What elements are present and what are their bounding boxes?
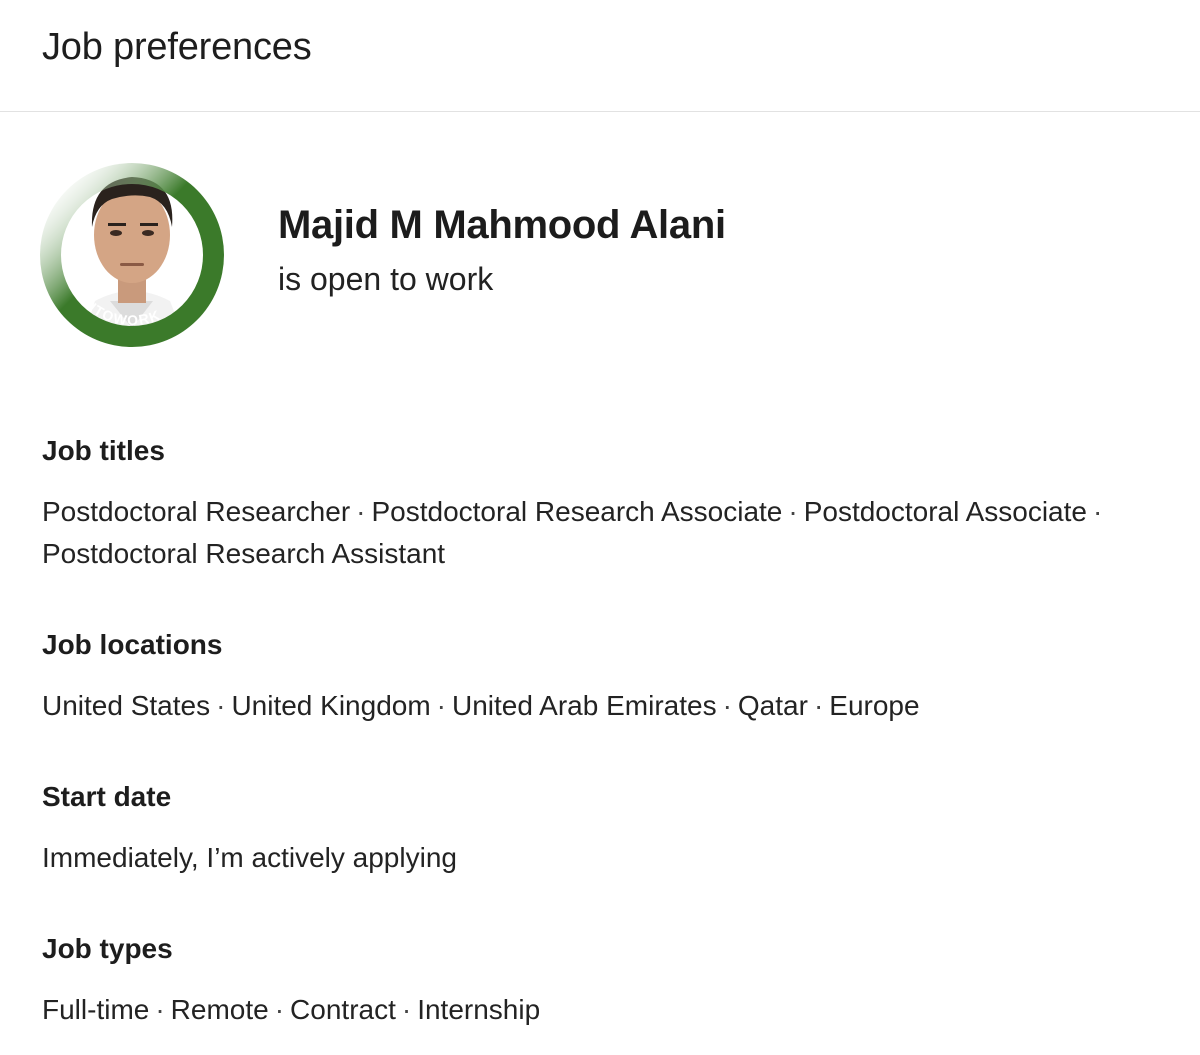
section-job-locations: Job locations United States · United Kingd… [42,627,1172,727]
job-location-item: United Arab Emirates [452,690,717,721]
job-type-item: Contract [290,994,396,1025]
section-job-titles: Job titles Postdoctoral Researcher · Postd… [42,433,1172,575]
job-title-item: Postdoctoral Associate [803,496,1087,527]
job-type-item: Full-time [42,994,150,1025]
avatar-opentowork-image: #OPENTOWORK [40,163,224,347]
job-titles-list: Postdoctoral Researcher · Postdoctoral Res… [42,496,1103,569]
profile-summary: #OPENTOWORK Majid M Mahmood Alani is ope… [40,163,1140,353]
job-location-item: United States [42,690,211,721]
section-title-job-locations: Job locations [42,629,223,660]
section-title-job-titles: Job titles [42,435,165,466]
job-location-item: Qatar [737,690,808,721]
section-title-job-types: Job types [42,933,173,964]
job-locations-list: United States · United Kingdom · United Arab… [42,690,920,721]
job-title-item: Postdoctoral Research Associate [371,496,783,527]
job-type-item: Remote [170,994,269,1025]
job-type-item: Internship [417,994,541,1025]
job-title-item: Postdoctoral Research Assistant [42,538,446,569]
section-job-types: Job types Full-time · Remote · Contract · Inte… [42,931,1172,1031]
job-title-item: Postdoctoral Researcher [42,496,351,527]
section-title-start-date: Start date [42,781,172,812]
page-title: Job preferences [42,26,312,68]
section-start-date: Start date Immediately, I’m actively app… [42,779,1172,879]
job-location-item: Europe [829,690,920,721]
page-header: Job preferences [0,0,1200,112]
avatar[interactable]: #OPENTOWORK [40,163,224,347]
job-location-item: United Kingdom [231,690,431,721]
job-types-list: Full-time · Remote · Contract · Internship [42,994,541,1025]
open-to-work-status: is open to work [278,261,494,297]
profile-name[interactable]: Majid M Mahmood Alani [278,203,726,248]
start-date-value: Immediately, I’m actively applying [42,842,457,873]
